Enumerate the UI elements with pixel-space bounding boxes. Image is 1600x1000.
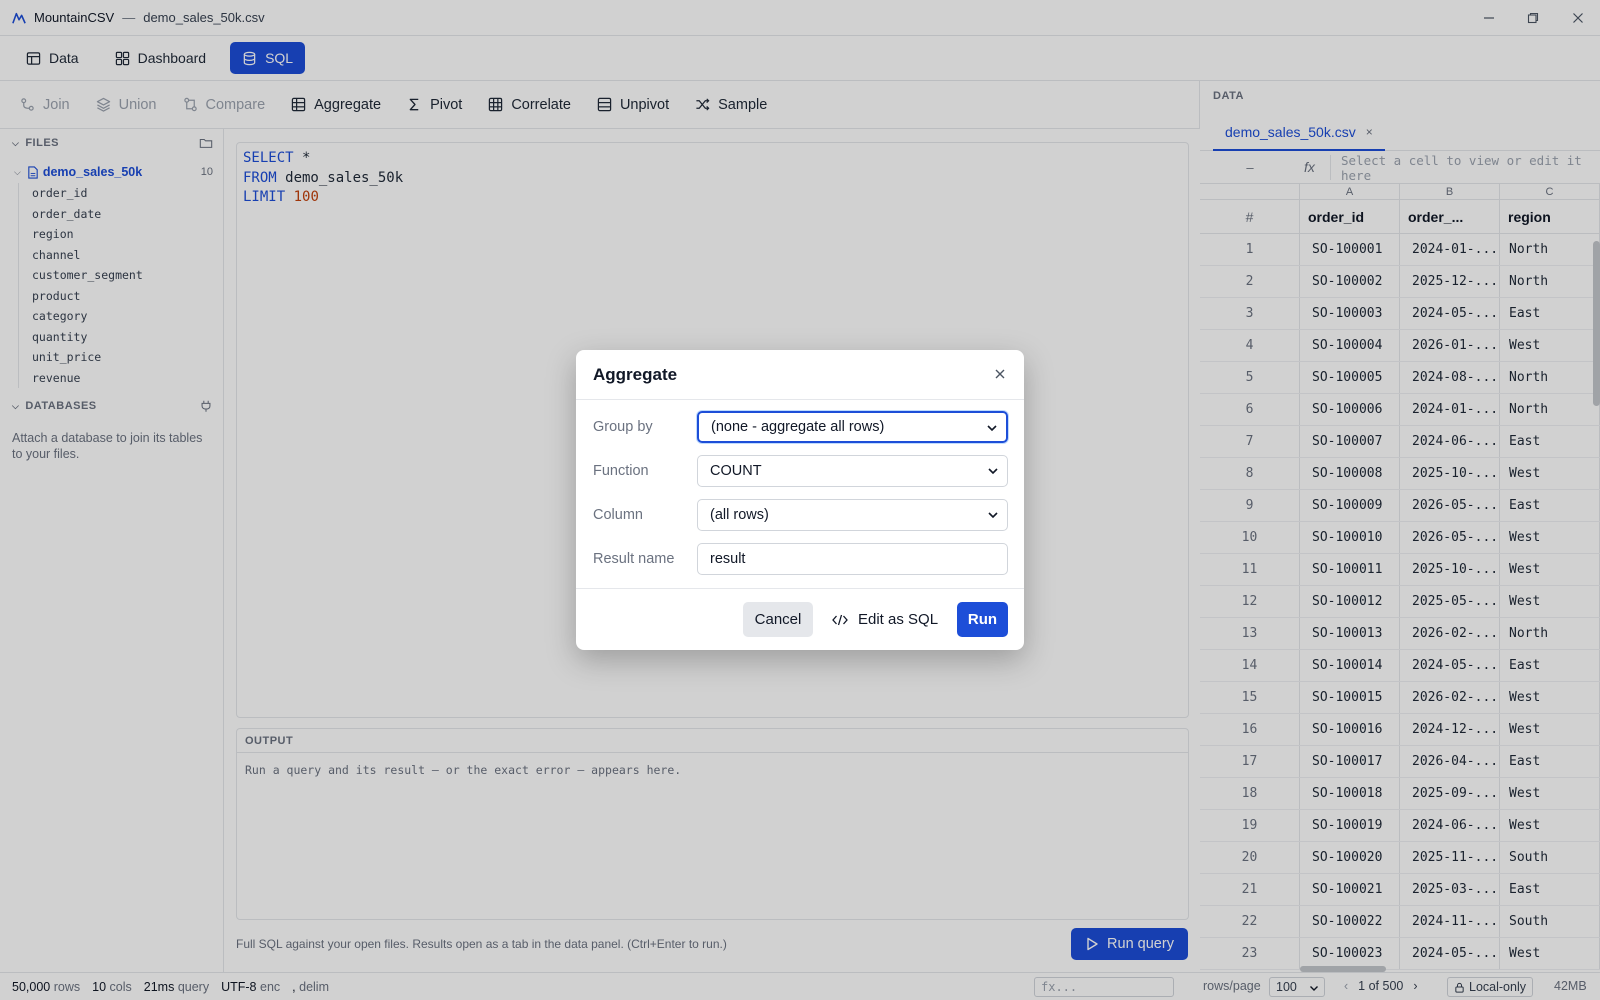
dialog-footer-divider [576,588,1024,589]
result-name-input[interactable]: result [697,543,1008,575]
edit-as-sql-label: Edit as SQL [858,611,939,628]
group-by-label: Group by [593,419,653,435]
group-by-select[interactable]: (none - aggregate all rows) [697,411,1008,443]
function-row: Function COUNT [593,454,1008,488]
result-name-label: Result name [593,551,675,567]
function-select[interactable]: COUNT [697,455,1008,487]
dialog-title: Aggregate [593,364,678,384]
run-button[interactable]: Run [957,602,1008,637]
chevron-down-icon [988,468,998,475]
close-icon[interactable] [992,366,1008,382]
run-label: Run [967,611,998,628]
cancel-button[interactable]: Cancel [743,602,813,637]
edit-as-sql-button[interactable]: Edit as SQL [832,602,938,637]
group-by-value: (none - aggregate all rows) [711,419,885,435]
dialog-header: Aggregate [576,350,1024,400]
function-label: Function [593,463,649,479]
aggregate-dialog: Aggregate Group by (none - aggregate all… [576,350,1024,650]
group-by-row: Group by (none - aggregate all rows) [593,410,1008,444]
result-name-row: Result name result [593,542,1008,576]
chevron-down-icon [987,425,997,432]
column-select[interactable]: (all rows) [697,499,1008,531]
function-value: COUNT [710,463,762,479]
cancel-label: Cancel [754,611,802,628]
column-value: (all rows) [710,507,769,523]
chevron-down-icon [988,512,998,519]
column-row: Column (all rows) [593,498,1008,532]
result-name-value: result [710,551,746,567]
column-label: Column [593,507,643,523]
code-icon [832,614,848,625]
